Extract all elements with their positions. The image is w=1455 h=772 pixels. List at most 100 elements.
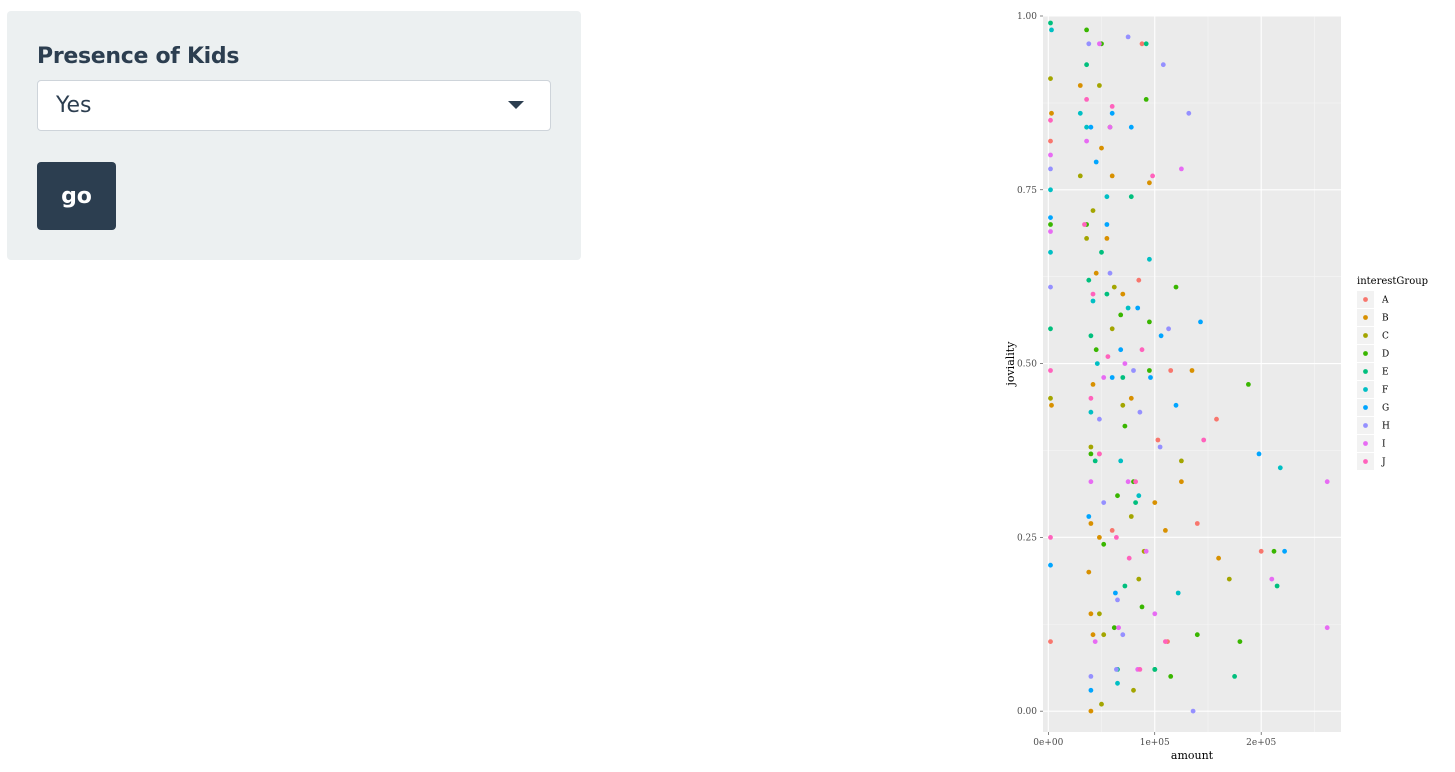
data-point-D [1237,639,1243,644]
legend-key-F [1363,387,1368,392]
data-point-I [1269,576,1275,582]
data-point-I [1324,625,1330,631]
data-point-I [1101,375,1107,380]
data-point-J [1114,535,1119,540]
data-point-I [1097,41,1102,47]
data-point-J [1097,451,1102,457]
data-point-D [1147,368,1152,373]
data-point-D [1246,382,1251,387]
x-tick-label: 2e+05 [1246,738,1276,748]
data-point-I [1092,639,1098,644]
data-point-H [1190,708,1196,714]
data-point-C [1136,576,1142,582]
data-point-F [1277,465,1283,471]
legend-key-A [1363,297,1368,302]
data-point-G [1128,124,1134,130]
data-point-I [1152,611,1158,617]
data-point-A [1048,639,1053,644]
data-point-I [1048,152,1053,158]
data-point-I [1084,138,1089,144]
data-point-D [1115,493,1120,499]
data-point-H [1157,444,1163,450]
data-point-A [1048,138,1053,144]
data-point-F [1048,187,1053,193]
y-tick-label: 1.00 [1017,12,1037,22]
data-point-J [1048,368,1053,373]
data-point-D [1093,347,1099,353]
data-point-G [1109,375,1115,380]
data-point-C [1048,395,1053,401]
y-tick-label: 0.00 [1017,707,1037,717]
data-point-E [1152,667,1158,672]
data-point-I [1179,166,1184,172]
data-point-G [1104,222,1110,227]
filter-panel: Presence of Kids Yes go [7,11,581,260]
data-point-E [1232,674,1237,679]
data-point-C [1109,326,1115,332]
legend-key-H [1363,423,1368,428]
legend-label-G: G [1382,404,1389,414]
data-point-B [1086,569,1092,575]
data-point-G [1109,110,1115,116]
data-point-G [1198,319,1203,325]
data-point-H [1101,500,1107,505]
data-point-J [1201,437,1207,443]
data-point-B [1093,270,1099,276]
data-point-F [1094,361,1100,366]
select-value: Yes [56,93,92,118]
data-point-E [1088,333,1094,339]
data-point-E [1092,458,1098,464]
data-point-G [1048,215,1053,221]
data-point-D [1088,451,1094,457]
legend-label-H: H [1382,422,1390,432]
data-point-B [1189,368,1195,373]
data-point-F [1118,458,1124,464]
presence-of-kids-select[interactable]: Yes [37,80,551,131]
legend-key-J [1363,459,1368,464]
data-point-C [1131,687,1136,693]
data-point-D [1271,548,1277,554]
data-point-C [1128,514,1134,519]
data-point-B [1049,402,1054,408]
data-point-H [1120,632,1126,638]
data-point-B [1120,291,1126,297]
data-point-B [1090,382,1096,387]
y-tick-label: 0.75 [1017,186,1037,196]
data-point-B [1088,521,1094,526]
data-point-E [1084,62,1089,68]
data-point-H [1125,34,1131,40]
data-point-B [1099,145,1104,151]
data-point-F [1104,194,1110,200]
data-point-A [1155,437,1161,443]
legend-label-F: F [1382,386,1388,396]
data-point-F [1090,298,1096,304]
data-point-C [1097,83,1102,88]
data-point-D [1122,423,1128,429]
data-point-E [1104,291,1110,297]
go-button[interactable]: go [37,162,116,230]
data-point-C [1226,576,1232,582]
data-point-D [1118,312,1124,318]
data-point-J [1090,291,1096,297]
data-point-D [1084,27,1089,33]
data-point-H [1048,166,1053,172]
data-point-F [1147,256,1152,262]
y-tick-label: 0.25 [1017,533,1037,543]
data-point-H [1131,368,1136,373]
data-point-E [1120,375,1126,380]
data-point-G [1088,687,1094,693]
legend-key-B [1363,315,1368,320]
data-point-E [1128,194,1134,200]
data-point-D [1143,97,1149,102]
scatter-plot: 0.00 0.25 0.50 0.75 1.00 0e+00 1e+05 2e+05 amoun… [1004,12,1428,762]
x-tick-label: 0e+00 [1033,738,1063,748]
x-axis-title: amount [1171,749,1214,762]
data-point-C [1179,458,1184,464]
presence-of-kids-label: Presence of Kids [37,44,240,69]
data-point-B [1128,395,1134,401]
data-point-G [1256,451,1262,457]
data-point-G [1135,305,1141,311]
data-point-C [1077,173,1083,179]
legend-key-D [1363,351,1368,356]
data-point-I [1324,479,1330,485]
